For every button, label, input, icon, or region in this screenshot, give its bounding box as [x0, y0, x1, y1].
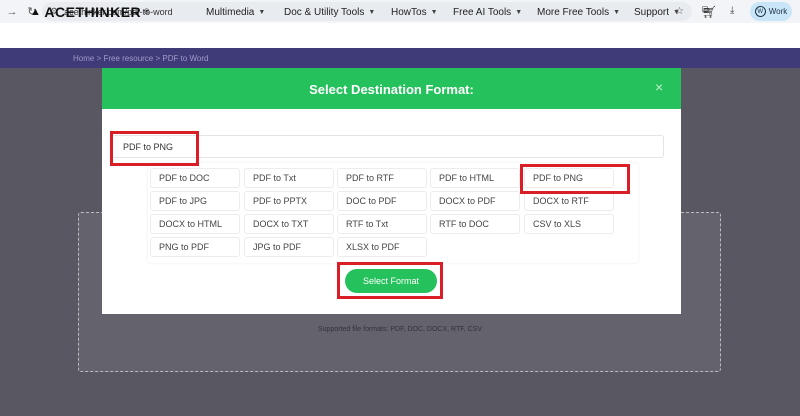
chevron-down-icon: ▼: [613, 9, 621, 16]
format-option[interactable]: DOCX to HTML: [150, 214, 240, 234]
chevron-down-icon: ▼: [430, 9, 438, 16]
logo-registered-mark: ®: [144, 8, 150, 16]
format-option[interactable]: CSV to XLS: [524, 214, 614, 234]
cart-icon[interactable]: 🛒︎: [702, 5, 717, 19]
profile-button[interactable]: W Work: [750, 2, 792, 21]
breadcrumb: Home > Free resource > PDF to Word: [73, 54, 209, 63]
nav-free-ai-tools[interactable]: Free AI Tools ▼: [453, 7, 522, 18]
nav-doc-utility-tools[interactable]: Doc & Utility Tools ▼: [284, 7, 375, 18]
close-icon[interactable]: ×: [655, 79, 663, 95]
format-option[interactable]: PDF to DOC: [150, 168, 240, 188]
format-option[interactable]: RTF to Txt: [337, 214, 427, 234]
format-search-input[interactable]: [111, 135, 664, 158]
profile-avatar-icon: W: [754, 6, 766, 17]
format-option[interactable]: PDF to Txt: [244, 168, 334, 188]
logo-text: ACETHINKER: [44, 4, 142, 20]
format-option[interactable]: RTF to DOC: [430, 214, 520, 234]
nav-label: HowTos: [391, 7, 427, 18]
profile-label: Work: [768, 7, 788, 16]
supported-formats-text: Supported file formats: PDF, DOC, DOCX, …: [317, 326, 483, 333]
modal-title: Select Destination Format:: [309, 82, 474, 97]
forward-icon[interactable]: →: [4, 4, 20, 20]
format-option[interactable]: PDF to RTF: [337, 168, 427, 188]
format-option[interactable]: DOCX to RTF: [524, 191, 614, 211]
site-logo[interactable]: ▲ ACETHINKER ®: [30, 4, 150, 20]
nav-more-free-tools[interactable]: More Free Tools ▼: [537, 7, 620, 18]
chevron-down-icon: ▼: [368, 9, 376, 16]
nav-label: Free AI Tools: [453, 7, 512, 18]
format-option[interactable]: PNG to PDF: [150, 237, 240, 257]
download-icon[interactable]: ⤓: [730, 5, 734, 16]
format-option[interactable]: PDF to HTML: [430, 168, 520, 188]
nav-label: Support: [634, 7, 670, 18]
nav-howtos[interactable]: HowTos ▼: [391, 7, 438, 18]
nav-support[interactable]: Support ▼: [634, 7, 680, 18]
select-format-button[interactable]: Select Format: [345, 269, 437, 293]
nav-label: Doc & Utility Tools: [284, 7, 365, 18]
format-option-selected[interactable]: PDF to PNG: [524, 168, 614, 188]
nav-label: More Free Tools: [537, 7, 610, 18]
chevron-down-icon: ▼: [258, 9, 266, 16]
format-option[interactable]: DOC to PDF: [337, 191, 427, 211]
format-option[interactable]: DOCX to PDF: [430, 191, 520, 211]
nav-label: Multimedia: [206, 7, 255, 18]
format-option[interactable]: PDF to JPG: [150, 191, 240, 211]
format-option[interactable]: DOCX to TXT: [244, 214, 334, 234]
logo-mountain-icon: ▲: [30, 6, 42, 18]
nav-multimedia[interactable]: Multimedia ▼: [206, 7, 265, 18]
format-option[interactable]: XLSX to PDF: [337, 237, 427, 257]
site-header: [0, 23, 800, 48]
format-option[interactable]: PDF to PPTX: [244, 191, 334, 211]
format-option[interactable]: JPG to PDF: [244, 237, 334, 257]
chevron-down-icon: ▼: [673, 9, 680, 16]
chevron-down-icon: ▼: [515, 9, 523, 16]
